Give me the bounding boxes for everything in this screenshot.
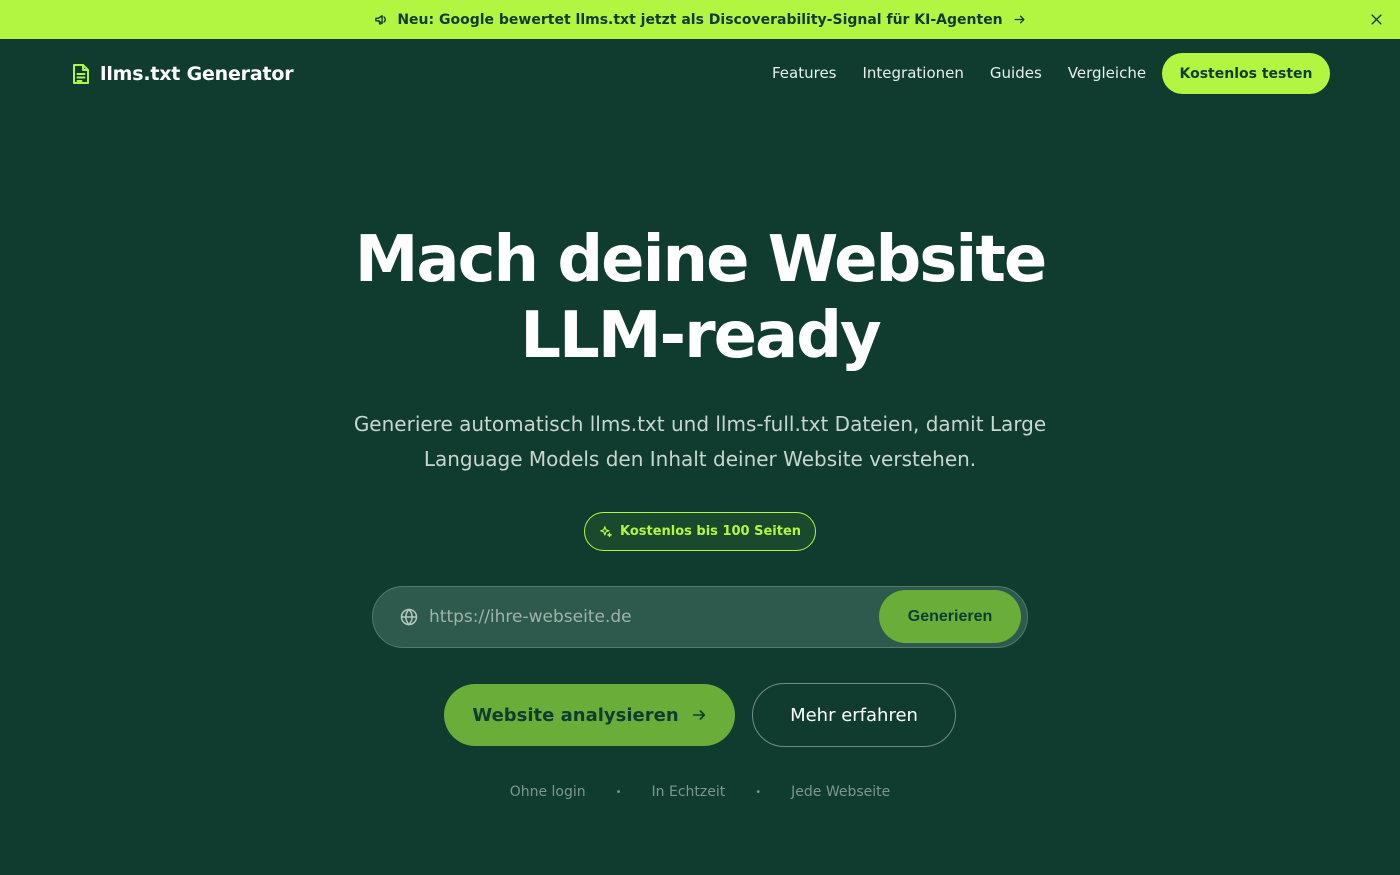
document-icon	[73, 64, 89, 84]
hero-title-line2: LLM-ready	[520, 299, 881, 373]
url-form: Generieren	[372, 586, 1028, 648]
separator-dot: •	[615, 786, 622, 798]
logo[interactable]: llms.txt Generator	[71, 63, 294, 85]
learn-more-button[interactable]: Mehr erfahren	[752, 683, 956, 747]
main-nav: Features Integrationen Guides Vergleiche	[772, 64, 1146, 82]
analyze-website-button[interactable]: Website analysieren	[444, 684, 735, 746]
hero-title: Mach deine Website LLM-ready	[0, 222, 1400, 374]
badge-text: Kostenlos bis 100 Seiten	[619, 524, 802, 539]
site-header: llms.txt Generator Features Integratione…	[0, 39, 1400, 109]
url-input[interactable]	[429, 601, 869, 633]
separator-dot: •	[755, 786, 762, 798]
feature-item: Jede Webseite	[791, 784, 891, 800]
arrow-right-icon	[1014, 15, 1025, 24]
free-pages-badge: Kostenlos bis 100 Seiten	[584, 512, 816, 551]
features-row: Ohne login • In Echtzeit • Jede Webseite	[0, 782, 1400, 802]
feature-item: Ohne login	[509, 784, 586, 800]
globe-icon	[400, 608, 418, 626]
nav-item-vergleiche[interactable]: Vergleiche	[1068, 64, 1146, 82]
hero-subtitle-line2: Language Models den Inhalt deiner Websit…	[423, 447, 977, 471]
nav-item-guides[interactable]: Guides	[990, 64, 1042, 82]
nav-item-integrationen[interactable]: Integrationen	[863, 64, 964, 82]
megaphone-icon	[375, 15, 387, 25]
close-icon[interactable]	[1369, 12, 1384, 27]
hero-subtitle-line1: Generiere automatisch llms.txt und llms-…	[353, 412, 1047, 436]
hero-title-line1: Mach deine Website	[354, 223, 1048, 297]
try-free-button[interactable]: Kostenlos testen	[1162, 53, 1330, 94]
analyze-button-label: Website analysieren	[472, 704, 679, 726]
nav-item-features[interactable]: Features	[772, 64, 837, 82]
arrow-right-icon	[692, 710, 705, 720]
announcement-bar: Neu: Google bewertet llms.txt jetzt als …	[0, 0, 1400, 39]
feature-item: In Echtzeit	[651, 784, 726, 800]
sparkles-icon	[600, 525, 612, 537]
logo-text: llms.txt Generator	[100, 63, 294, 85]
hero-subtitle: Generiere automatisch llms.txt und llms-…	[350, 407, 1050, 477]
announcement-link[interactable]: Neu: Google bewertet llms.txt jetzt als …	[374, 12, 1025, 28]
generate-button[interactable]: Generieren	[879, 590, 1021, 643]
announcement-text: Neu: Google bewertet llms.txt jetzt als …	[397, 11, 1003, 28]
